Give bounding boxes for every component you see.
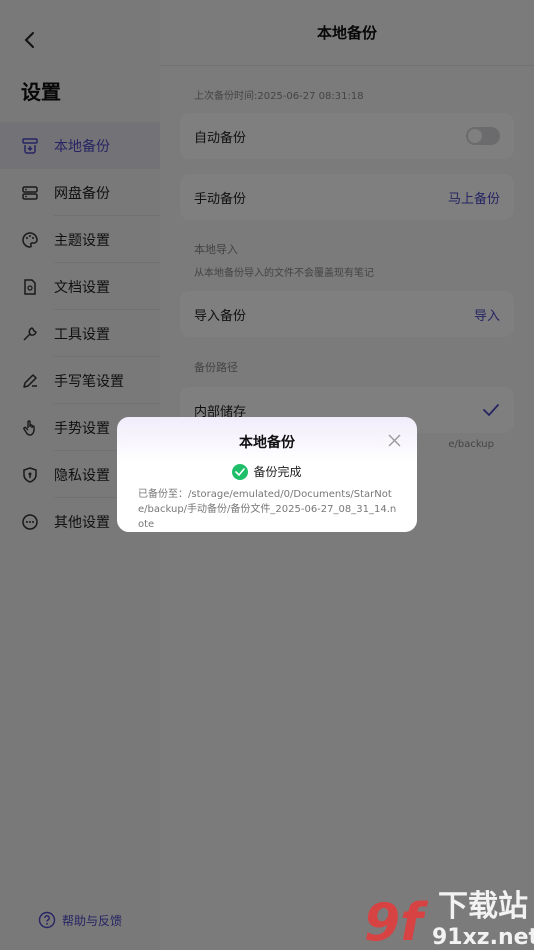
status-text: 备份完成 (253, 465, 302, 479)
dialog-close-button[interactable] (387, 433, 401, 447)
dialog-title: 本地备份 (239, 435, 295, 451)
success-check-icon (232, 463, 249, 480)
svg-text:下载站: 下载站 (438, 889, 528, 924)
status-row: 备份完成 (117, 463, 417, 480)
backup-complete-dialog: 本地备份 备份完成 已备份至：/storage/emulated/0/Docum… (117, 417, 417, 532)
svg-text:91xz.net: 91xz.net (432, 925, 534, 950)
watermark-logo: 9f 下载站 91xz.net (364, 889, 534, 950)
close-icon (388, 434, 400, 446)
svg-text:9f: 9f (364, 893, 429, 950)
dialog-message: 已备份至：/storage/emulated/0/Documents/StarN… (138, 489, 397, 530)
site-watermark: 9f 下载站 91xz.net (362, 888, 534, 950)
